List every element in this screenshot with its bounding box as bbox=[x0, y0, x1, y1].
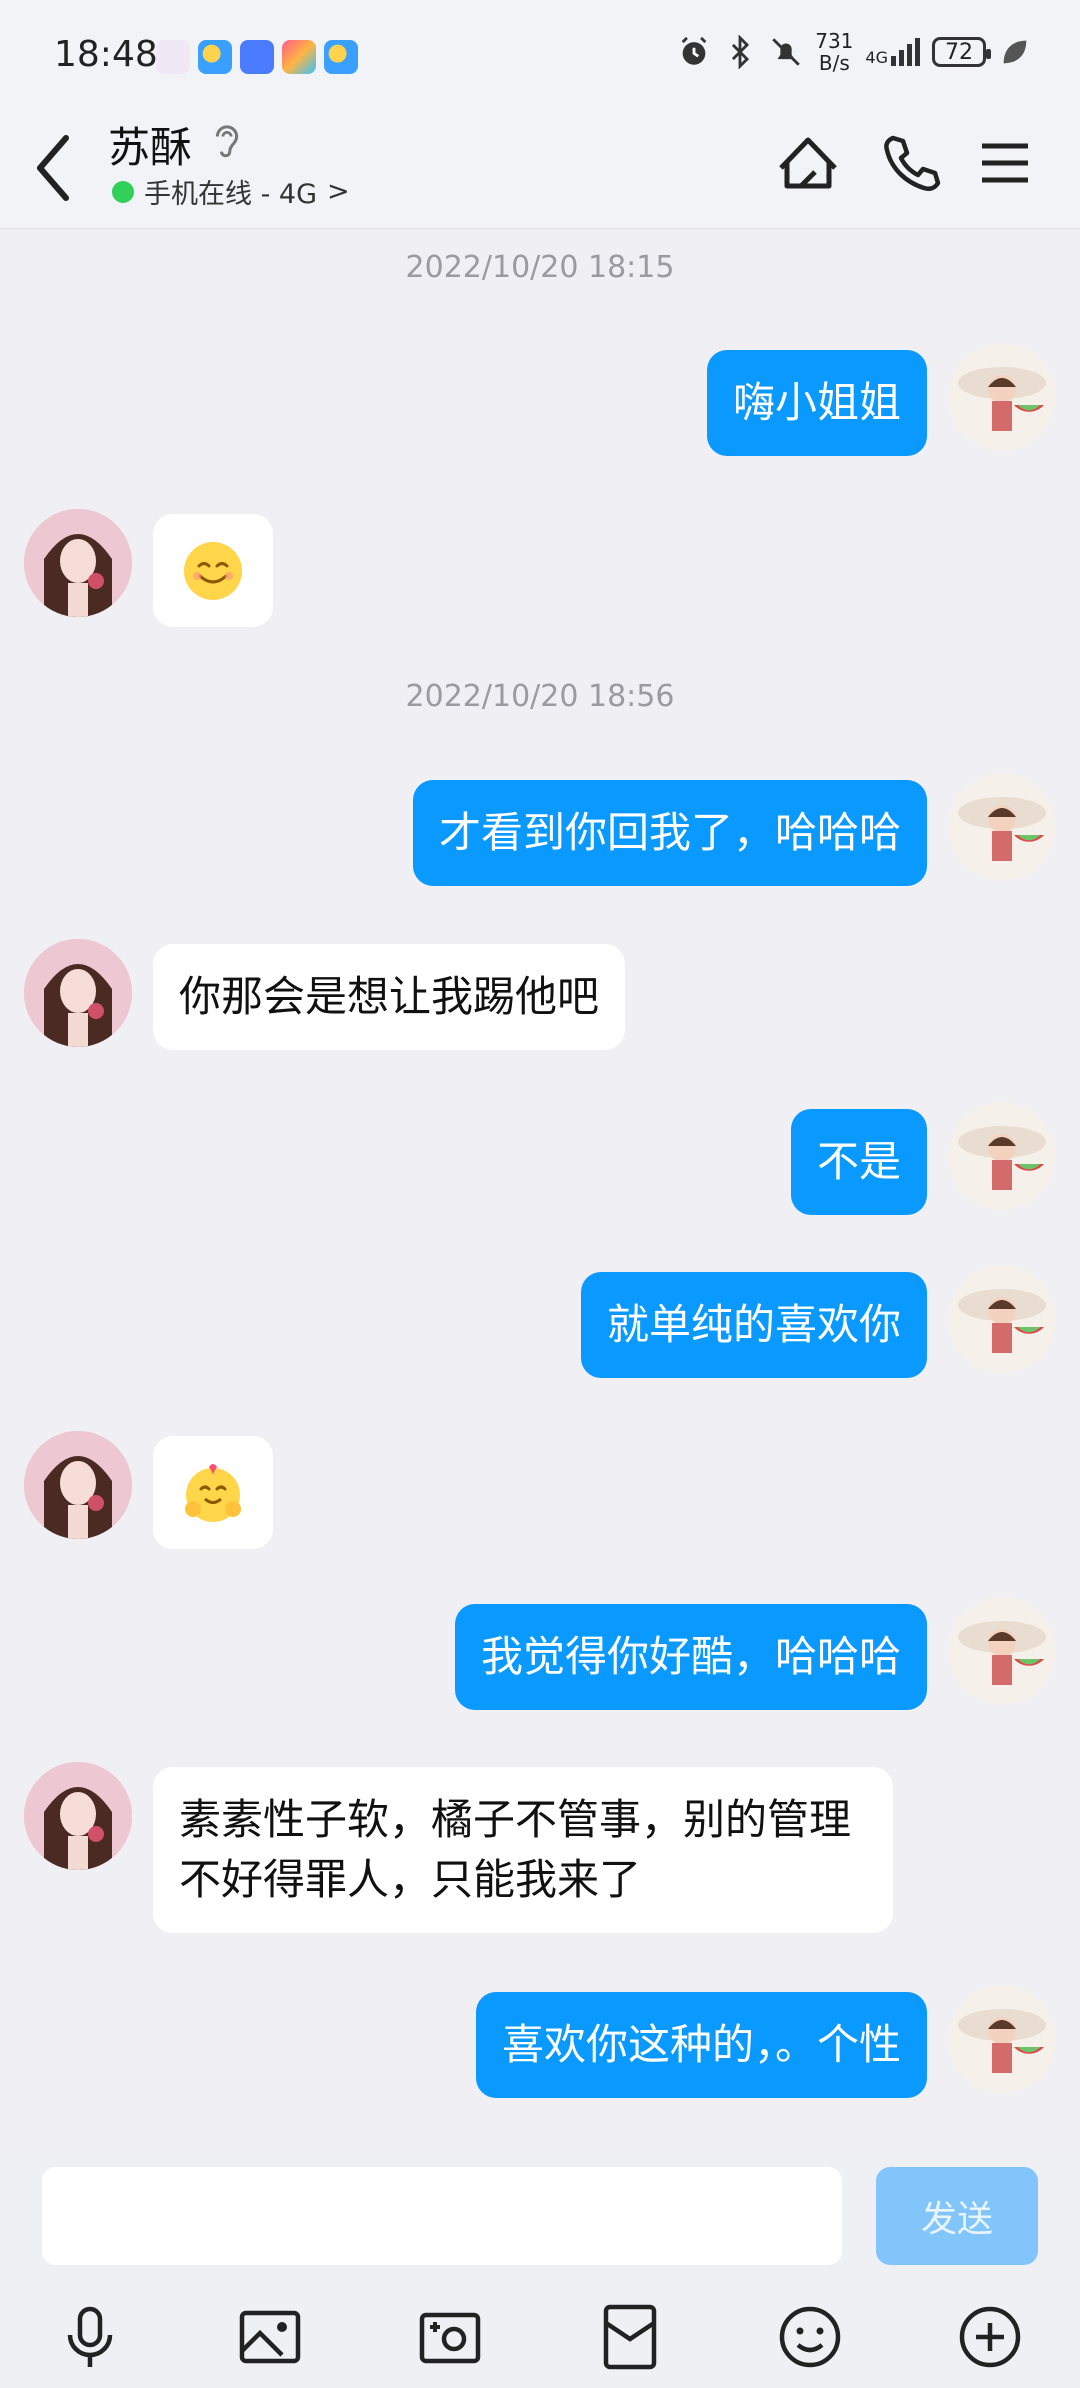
timestamp: 2022/10/20 18:15 bbox=[405, 250, 675, 285]
send-button[interactable]: 发送 bbox=[876, 2167, 1038, 2265]
home-icon[interactable] bbox=[773, 128, 843, 198]
online-status[interactable]: 手机在线 - 4G > bbox=[112, 172, 350, 211]
camera-icon[interactable] bbox=[414, 2301, 486, 2373]
message-bubble-sent[interactable]: 不是 bbox=[790, 1109, 927, 1215]
input-bar: 发送 bbox=[0, 2149, 1080, 2388]
contact-avatar[interactable] bbox=[24, 1762, 132, 1870]
hugging-emoji-icon bbox=[185, 1463, 241, 1522]
contact-name[interactable]: 苏酥 bbox=[108, 114, 192, 175]
smiling-emoji-icon bbox=[184, 541, 242, 600]
message-bubble-sent[interactable]: 我觉得你好酷，哈哈哈 bbox=[454, 1604, 927, 1710]
signal-icon: 4G bbox=[865, 38, 920, 66]
chat-header: 苏酥 手机在线 - 4G > bbox=[0, 110, 1080, 229]
my-avatar[interactable] bbox=[948, 1102, 1056, 1210]
phone-icon[interactable] bbox=[875, 128, 945, 198]
red-packet-icon[interactable] bbox=[594, 2301, 666, 2373]
microphone-icon[interactable] bbox=[54, 2301, 126, 2373]
chevron-right-icon: > bbox=[327, 176, 350, 207]
plus-icon[interactable] bbox=[954, 2301, 1026, 2373]
notification-icons bbox=[156, 40, 358, 74]
app-icon bbox=[324, 40, 358, 74]
message-bubble-received[interactable]: 素素性子软，橘子不管事，别的管理不好得罪人，只能我来了 bbox=[153, 1767, 893, 1933]
back-icon[interactable] bbox=[30, 128, 80, 208]
leaf-icon bbox=[1003, 40, 1027, 64]
message-bubble-sent[interactable]: 喜欢你这种的，。个性 bbox=[475, 1992, 927, 2098]
app-icon bbox=[198, 40, 232, 74]
net-speed: 731 B/s bbox=[815, 29, 854, 75]
ear-icon bbox=[215, 125, 239, 158]
contact-avatar[interactable] bbox=[24, 1431, 132, 1539]
message-bubble-received[interactable] bbox=[153, 1436, 273, 1549]
message-list[interactable]: 2022/10/20 18:15 嗨小姐姐 2022/10/20 18:56 才… bbox=[0, 229, 1080, 2149]
online-dot bbox=[112, 180, 134, 203]
my-avatar[interactable] bbox=[948, 1265, 1056, 1373]
my-avatar[interactable] bbox=[948, 1597, 1056, 1705]
contact-avatar[interactable] bbox=[24, 509, 132, 617]
translate-app-icon bbox=[156, 40, 190, 74]
theme-app-icon bbox=[282, 40, 316, 74]
timestamp: 2022/10/20 18:56 bbox=[405, 679, 675, 714]
battery-icon: 72 bbox=[932, 37, 991, 67]
menu-icon[interactable] bbox=[970, 128, 1040, 198]
bluetooth-icon bbox=[732, 35, 750, 69]
message-input[interactable] bbox=[42, 2167, 842, 2265]
message-bubble-received[interactable] bbox=[153, 514, 273, 627]
message-bubble-sent[interactable]: 就单纯的喜欢你 bbox=[580, 1272, 927, 1378]
my-avatar[interactable] bbox=[948, 773, 1056, 881]
emoji-icon[interactable] bbox=[774, 2301, 846, 2373]
online-status-text: 手机在线 - 4G bbox=[144, 179, 318, 210]
image-icon[interactable] bbox=[234, 2301, 306, 2373]
status-bar: 18:48 731 B/s 4G 72 bbox=[0, 0, 1080, 110]
status-time: 18:48 bbox=[54, 34, 158, 75]
message-bubble-received[interactable]: 你那会是想让我踢他吧 bbox=[153, 944, 626, 1050]
alarm-icon bbox=[681, 36, 707, 65]
message-bubble-sent[interactable]: 嗨小姐姐 bbox=[706, 350, 927, 456]
store-app-icon bbox=[240, 40, 274, 74]
contact-avatar[interactable] bbox=[24, 939, 132, 1047]
my-avatar[interactable] bbox=[948, 343, 1056, 451]
mute-icon bbox=[772, 38, 800, 66]
my-avatar[interactable] bbox=[948, 1985, 1056, 2093]
message-bubble-sent[interactable]: 才看到你回我了，哈哈哈 bbox=[412, 780, 927, 886]
